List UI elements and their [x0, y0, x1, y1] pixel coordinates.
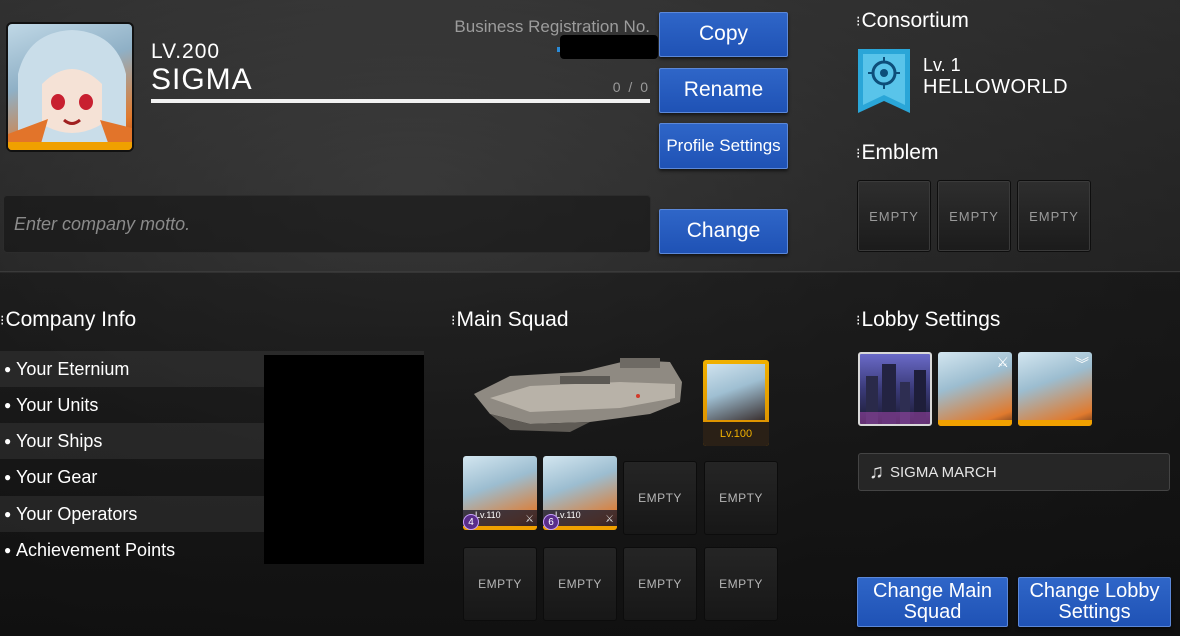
section-marker-icon: ⁝	[856, 311, 861, 328]
lobby-music-field[interactable]: ♫ SIGMA MARCH	[858, 453, 1170, 491]
sword-icon: ⚔	[605, 514, 614, 525]
unit-rank-badge: 6	[543, 514, 559, 530]
consortium-title: Consortium	[861, 9, 969, 32]
emblem-slot[interactable]: EMPTY	[937, 180, 1011, 252]
rename-button[interactable]: Rename	[659, 68, 788, 113]
info-row-label: Your Eternium	[16, 358, 130, 379]
squad-empty-slot[interactable]: EMPTY	[704, 461, 778, 535]
consortium-level: Lv. 1	[923, 55, 961, 75]
company-info-values-redacted	[264, 355, 424, 564]
change-motto-button[interactable]: Change	[659, 209, 788, 254]
consortium-heading: ⁝ Consortium	[856, 9, 969, 33]
section-marker-icon: ⁝	[0, 311, 5, 328]
captain-level: Lv.100	[703, 422, 769, 446]
info-row-label: Your Operators	[16, 503, 138, 524]
info-row-label: Your Units	[16, 394, 99, 415]
lobby-character-thumbnail[interactable]: ︾	[1018, 352, 1092, 426]
squad-empty-slot[interactable]: EMPTY	[463, 547, 537, 621]
company-info-heading: ⁝ Company Info	[0, 308, 136, 332]
business-registration-label: Business Registration No.	[454, 17, 650, 36]
unit-rank-badge: 4	[463, 514, 479, 530]
consortium-name: HELLOWORLD	[923, 76, 1069, 98]
squad-unit-card[interactable]: Lv.110 6 ⚔	[543, 456, 617, 530]
avatar-rarity-stripe	[8, 142, 132, 150]
lobby-background-thumbnail[interactable]	[858, 352, 932, 426]
emblem-heading: ⁝ Emblem	[856, 141, 938, 165]
main-squad-heading: ⁝ Main Squad	[451, 308, 569, 332]
info-row-label: Your Ships	[16, 430, 103, 451]
section-marker-icon: ⁝	[856, 12, 861, 29]
chevron-rank-icon: ︾	[1075, 356, 1089, 372]
squad-unit-card[interactable]: Lv.110 4 ⚔	[463, 456, 537, 530]
lobby-music-title: SIGMA MARCH	[890, 463, 997, 481]
rarity-stripe	[938, 420, 1012, 426]
squad-empty-slot[interactable]: EMPTY	[623, 461, 697, 535]
section-marker-icon: ⁝	[451, 311, 456, 328]
lobby-settings-heading: ⁝ Lobby Settings	[856, 308, 1000, 332]
squad-captain-card[interactable]: Lv.100	[703, 360, 769, 446]
copy-button[interactable]: Copy	[659, 12, 788, 57]
squad-empty-slot[interactable]: EMPTY	[543, 547, 617, 621]
info-row-label: Your Gear	[16, 466, 98, 487]
exp-count: 0 / 0	[612, 79, 650, 95]
emblem-slot[interactable]: EMPTY	[1017, 180, 1091, 252]
company-name: SIGMA	[151, 63, 253, 96]
profile-settings-button[interactable]: Profile Settings	[659, 123, 788, 169]
squad-empty-slot[interactable]: EMPTY	[704, 547, 778, 621]
exp-bar	[151, 99, 650, 103]
lobby-settings-title: Lobby Settings	[861, 308, 1001, 331]
business-registration-number-redacted	[560, 35, 658, 59]
change-lobby-settings-button[interactable]: Change Lobby Settings	[1018, 577, 1171, 627]
company-level: LV.200	[151, 40, 221, 63]
lobby-character-thumbnail[interactable]: ⚔	[938, 352, 1012, 426]
music-note-icon: ♫	[869, 460, 884, 483]
company-info-title: Company Info	[5, 308, 137, 331]
company-motto-input[interactable]	[3, 195, 651, 253]
main-squad-title: Main Squad	[456, 308, 569, 331]
consortium-banner-icon[interactable]	[858, 49, 910, 113]
emblem-slot[interactable]: EMPTY	[857, 180, 931, 252]
info-row-label: Achievement Points	[16, 539, 176, 560]
change-main-squad-button[interactable]: Change Main Squad	[857, 577, 1008, 627]
rarity-stripe	[1018, 420, 1092, 426]
emblem-title: Emblem	[861, 141, 939, 164]
profile-avatar[interactable]	[6, 22, 134, 152]
section-marker-icon: ⁝	[856, 144, 861, 161]
crossed-swords-icon: ⚔	[996, 354, 1009, 370]
flagship-image[interactable]	[470, 352, 685, 438]
squad-empty-slot[interactable]: EMPTY	[623, 547, 697, 621]
sword-icon: ⚔	[525, 514, 534, 525]
captain-portrait	[707, 364, 765, 420]
